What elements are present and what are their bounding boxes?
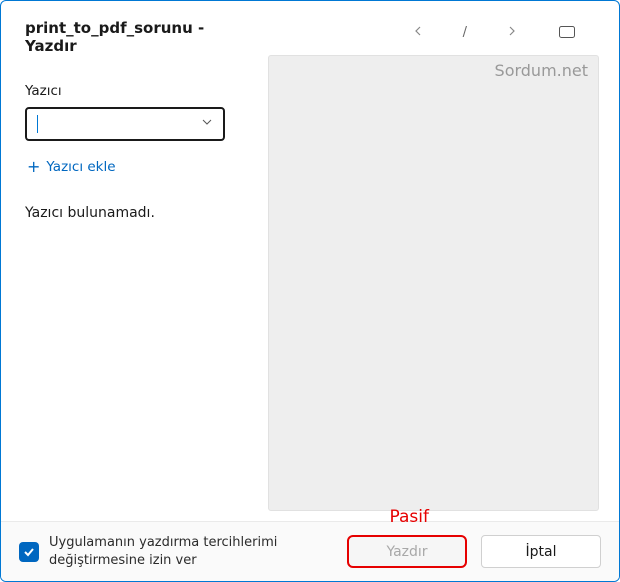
printer-label: Yazıcı (25, 83, 260, 99)
page-separator: / (463, 25, 467, 40)
chevron-down-icon (201, 116, 213, 132)
dialog-content: print_to_pdf_sorunu - Yazdır Yazıcı + Ya… (1, 1, 619, 521)
next-page-button[interactable] (503, 23, 521, 42)
print-preview-area: Sordum.net (268, 55, 599, 511)
plus-icon: + (27, 159, 40, 175)
print-button[interactable]: Yazdır (347, 535, 467, 568)
text-cursor (37, 115, 38, 133)
cancel-button-label: İptal (526, 544, 557, 560)
settings-pane: print_to_pdf_sorunu - Yazdır Yazıcı + Ya… (25, 19, 260, 521)
annotation-label: Pasif (390, 507, 429, 527)
prev-page-button[interactable] (409, 23, 427, 42)
allow-app-preferences-label: Uygulamanın yazdırma tercihlerimi değişt… (49, 534, 319, 569)
cancel-button[interactable]: İptal (481, 535, 601, 568)
dialog-footer: Uygulamanın yazdırma tercihlerimi değişt… (1, 521, 619, 581)
add-printer-link[interactable]: + Yazıcı ekle (25, 155, 260, 179)
print-dialog: print_to_pdf_sorunu - Yazdır Yazıcı + Ya… (0, 0, 620, 582)
printer-combobox[interactable] (25, 107, 225, 141)
watermark-text: Sordum.net (495, 61, 588, 80)
allow-app-preferences-checkbox[interactable] (19, 542, 39, 562)
window-title: print_to_pdf_sorunu - Yazdır (25, 19, 260, 55)
preview-pane: / Sordum.net (260, 19, 599, 521)
page-navigator: / (268, 19, 599, 45)
add-printer-label: Yazıcı ekle (46, 159, 115, 175)
allow-app-preferences-row: Uygulamanın yazdırma tercihlerimi değişt… (19, 534, 333, 569)
print-button-label: Yazdır (386, 544, 427, 560)
printer-status-message: Yazıcı bulunamadı. (25, 205, 260, 221)
fullscreen-icon[interactable] (557, 24, 577, 40)
